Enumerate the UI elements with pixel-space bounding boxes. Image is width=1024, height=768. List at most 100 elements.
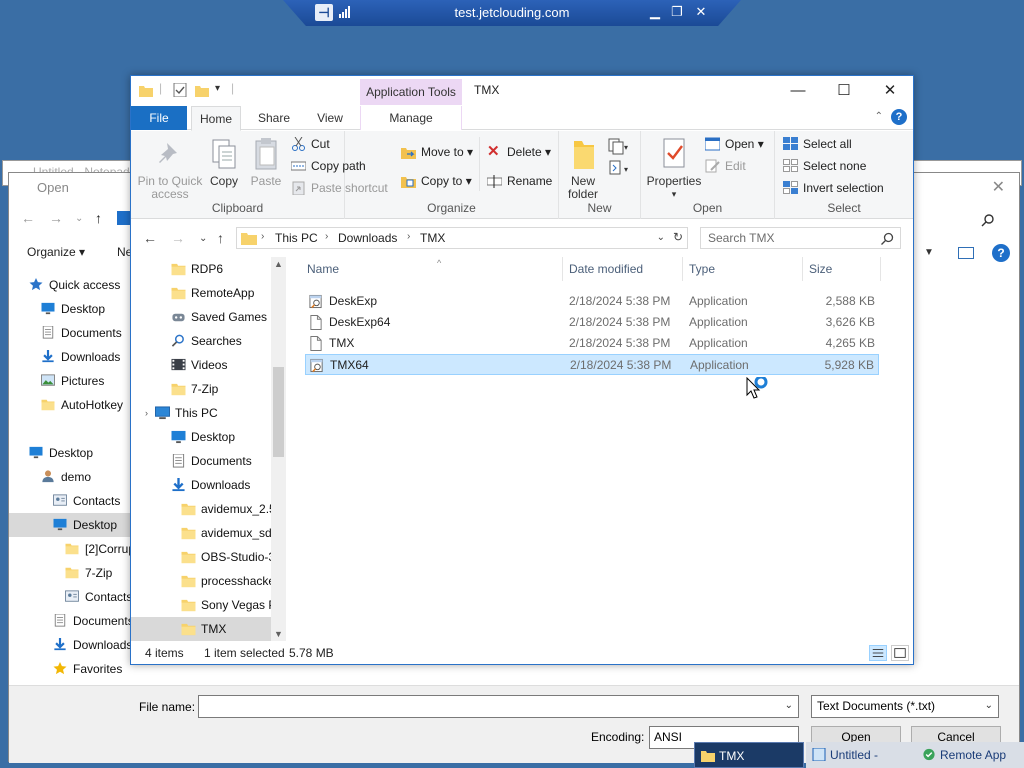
nav-item[interactable]: Searches [131, 329, 271, 353]
chevron-down-icon[interactable]: ⌄ [657, 232, 665, 243]
up-arrow-icon[interactable]: ↑ [95, 210, 102, 226]
breadcrumb-tmx[interactable]: TMX [420, 231, 445, 245]
tree-item[interactable]: Desktop [9, 513, 131, 537]
tree-item[interactable]: Downloads [9, 633, 132, 657]
close-icon[interactable]: ✕ [867, 80, 913, 102]
column-header-type[interactable]: Type [683, 257, 803, 281]
close-icon[interactable]: ✕ [992, 173, 1005, 203]
remote-close-icon[interactable]: ✕ [693, 4, 709, 20]
breadcrumb-this-pc[interactable]: This PC [275, 231, 318, 245]
nav-item[interactable]: OBS-Studio-3 [131, 545, 271, 569]
tab-view[interactable]: View [307, 106, 353, 130]
tree-item[interactable]: Documents [9, 609, 134, 633]
new-folder-icon[interactable] [195, 83, 209, 97]
tab-share[interactable]: Share [249, 106, 299, 130]
column-header-date[interactable]: Date modified [563, 257, 683, 281]
column-header-name[interactable]: Name ^ [301, 257, 563, 281]
cut-button[interactable]: Cut [291, 135, 330, 153]
nav-item[interactable]: TMX [131, 617, 271, 641]
nav-item[interactable]: RDP6 [131, 257, 271, 281]
delete-button[interactable]: ✕ Delete ▾ [487, 143, 551, 161]
new-item-icon[interactable]: ▾ [607, 137, 629, 155]
breadcrumb-separator-icon[interactable]: › [325, 231, 328, 242]
nav-item[interactable]: Downloads [131, 473, 271, 497]
nav-scroll-thumb[interactable] [273, 367, 284, 457]
open-button[interactable]: Open ▾ [705, 135, 764, 153]
back-arrow-icon[interactable]: ← [21, 210, 35, 226]
forward-arrow-icon[interactable]: → [49, 210, 63, 226]
properties-check-icon[interactable] [173, 83, 187, 97]
select-none-button[interactable]: Select none [783, 157, 866, 175]
recent-locations-icon[interactable]: ⌄ [199, 233, 207, 244]
tab-home[interactable]: Home [191, 106, 241, 131]
tree-item[interactable]: Desktop [9, 297, 131, 321]
file-row[interactable]: DeskExp64 2/18/2024 5:38 PM Application 3,6… [305, 312, 879, 333]
file-row[interactable]: TMX 2/18/2024 5:38 PM Application 4,265 KB [305, 333, 879, 354]
remote-minimize-icon[interactable]: ▁ [647, 4, 663, 20]
copy-to-button[interactable]: Copy to ▾ [401, 172, 472, 190]
nav-item[interactable]: RemoteApp [131, 281, 271, 305]
breadcrumb-separator-icon[interactable]: › [407, 231, 410, 242]
scroll-up-icon[interactable]: ▲ [274, 259, 283, 269]
tree-item[interactable]: Quick access [9, 273, 131, 297]
search-icon[interactable] [881, 232, 894, 245]
tab-file[interactable]: File [131, 106, 187, 130]
paste-button[interactable]: Paste [247, 137, 285, 188]
tree-item[interactable]: Contacts [9, 585, 132, 609]
nav-item[interactable]: processhacke [131, 569, 271, 593]
chevron-right-icon[interactable]: › [145, 401, 148, 425]
file-name-input[interactable]: ⌄ [198, 695, 799, 718]
search-icon[interactable] [981, 213, 995, 227]
nav-scrollbar[interactable]: ▲ ▼ [271, 257, 286, 641]
nav-item[interactable]: Saved Games [131, 305, 271, 329]
details-view-icon[interactable] [869, 645, 887, 661]
up-arrow-icon[interactable]: ↑ [217, 230, 224, 246]
search-input[interactable]: Search TMX [700, 227, 901, 249]
rename-button[interactable]: Rename [487, 172, 552, 190]
address-bar[interactable]: › This PC › Downloads › TMX ⌄ ↻ [236, 227, 688, 249]
tree-item[interactable]: 7-Zip [9, 561, 131, 585]
tree-item[interactable]: Favorites [9, 657, 131, 681]
taskbar-item-notepad[interactable]: Untitled - Note... [806, 742, 916, 768]
nav-item[interactable]: Videos [131, 353, 271, 377]
nav-item[interactable]: › This PC [131, 401, 271, 425]
help-icon[interactable]: ? [891, 109, 907, 125]
nav-item[interactable]: avidemux_sdl [131, 521, 271, 545]
minimize-icon[interactable]: — [775, 80, 821, 102]
column-header-size[interactable]: Size [803, 257, 881, 281]
chevron-down-icon[interactable]: ⌄ [785, 700, 793, 711]
taskbar-item-tmx[interactable]: TMX [694, 742, 804, 768]
tree-item[interactable]: Documents [9, 321, 131, 345]
move-to-button[interactable]: Move to ▾ [401, 143, 473, 161]
nav-item[interactable]: Documents [131, 449, 271, 473]
new-folder-button[interactable]: New folder [565, 137, 601, 201]
nav-item[interactable]: Sony Vegas P [131, 593, 271, 617]
file-row[interactable]: DeskExp 2/18/2024 5:38 PM Application 2,588… [305, 291, 879, 312]
tree-item[interactable]: [2]Corrup [9, 537, 135, 561]
preview-pane-icon[interactable] [958, 247, 974, 259]
tree-item[interactable]: Contacts [9, 489, 131, 513]
remote-restore-icon[interactable]: ❐ [669, 4, 685, 20]
qat-customize-icon[interactable]: ▾ [215, 83, 220, 94]
organize-button[interactable]: Organize ▾ [27, 245, 85, 259]
invert-selection-button[interactable]: Invert selection [783, 179, 884, 197]
refresh-icon[interactable]: ↻ [673, 230, 683, 244]
properties-button[interactable]: Properties ▾ [645, 137, 703, 201]
nav-item[interactable]: avidemux_2.5 [131, 497, 271, 521]
nav-item[interactable]: Desktop [131, 425, 271, 449]
tree-item[interactable]: Desktop [9, 441, 131, 465]
file-type-select[interactable]: Text Documents (*.txt) ⌄ [811, 695, 999, 718]
breadcrumb-separator-icon[interactable]: › [261, 231, 264, 242]
taskbar-item-remote-app[interactable]: Remote App [916, 742, 1024, 768]
tab-manage[interactable]: Manage [360, 106, 462, 130]
help-icon[interactable]: ? [992, 244, 1010, 262]
tree-item[interactable]: AutoHotkey [9, 393, 131, 417]
pin-to-quick-access-button[interactable]: Pin to Quick access [135, 137, 205, 201]
chevron-down-icon[interactable]: ⌄ [75, 213, 83, 224]
tree-item[interactable]: Pictures [9, 369, 131, 393]
edit-button[interactable]: Edit [705, 157, 746, 175]
view-dropdown-icon[interactable]: ▼ [924, 247, 934, 258]
maximize-icon[interactable]: ☐ [821, 80, 867, 102]
expand-ribbon-icon[interactable]: ⌃ [875, 111, 883, 122]
scroll-down-icon[interactable]: ▼ [274, 629, 283, 639]
